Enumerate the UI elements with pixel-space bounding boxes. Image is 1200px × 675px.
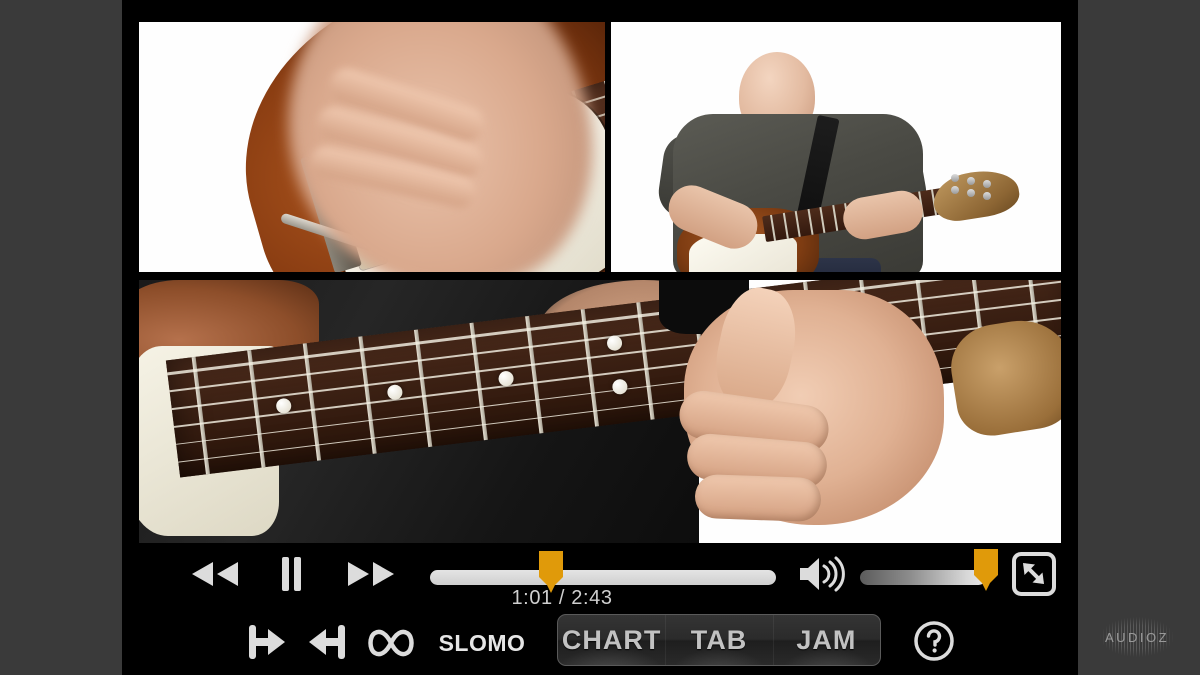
- loop-out-icon: [309, 625, 345, 659]
- volume-slider[interactable]: [860, 543, 998, 611]
- volume-button[interactable]: [795, 552, 851, 596]
- fret: [469, 322, 488, 441]
- watermark-text: AUDIOZ: [1104, 629, 1170, 645]
- fullscreen-expand-icon: [1012, 552, 1056, 596]
- tuning-peg: [983, 192, 991, 200]
- time-display: 1:01 / 2:43: [511, 587, 613, 609]
- view-mode-jam[interactable]: JAM: [773, 615, 880, 665]
- video-grid: [139, 22, 1061, 543]
- fret: [580, 309, 600, 427]
- fret: [807, 208, 814, 235]
- fret-inlay: [611, 378, 629, 396]
- rewind-icon: [192, 562, 238, 586]
- loop-out-button[interactable]: [304, 619, 350, 665]
- loop-in-icon: [249, 625, 285, 659]
- view-mode-chart[interactable]: CHART: [558, 615, 665, 665]
- question-mark-circle-icon: [914, 621, 954, 661]
- fret: [819, 207, 826, 234]
- tuning-peg: [983, 180, 991, 188]
- video-panel-top-left[interactable]: [139, 22, 605, 272]
- screen: 1:01 / 2:43 SLOMO CHART TAB JAM AUDIOZ: [0, 0, 1200, 675]
- fret: [358, 336, 377, 454]
- loop-in-button[interactable]: [244, 619, 290, 665]
- finger: [694, 473, 822, 523]
- audioz-watermark: AUDIOZ: [1082, 611, 1192, 663]
- fret-inlay: [606, 334, 623, 352]
- volume-track[interactable]: [860, 570, 986, 585]
- tuning-peg: [967, 177, 975, 185]
- fret: [302, 343, 322, 461]
- fast-forward-button[interactable]: [340, 550, 402, 598]
- help-button[interactable]: [910, 617, 958, 665]
- fret: [191, 356, 210, 475]
- progress-scrubber[interactable]: 1:01 / 2:43: [427, 543, 782, 611]
- infinity-loop-icon: [368, 629, 414, 657]
- tuning-peg: [951, 186, 959, 194]
- pause-button[interactable]: [265, 550, 317, 598]
- slomo-button[interactable]: SLOMO: [434, 621, 530, 665]
- volume-thumb[interactable]: [970, 549, 1002, 591]
- fret: [413, 329, 433, 448]
- loop-button[interactable]: [362, 621, 420, 665]
- view-mode-tab[interactable]: TAB: [665, 615, 772, 665]
- video-panel-bottom[interactable]: [139, 280, 1061, 543]
- fret: [794, 210, 801, 237]
- fret: [769, 214, 777, 241]
- fast-forward-icon: [348, 562, 394, 586]
- fret: [831, 205, 838, 232]
- fullscreen-button[interactable]: [1009, 549, 1059, 599]
- fret: [525, 315, 544, 434]
- fret: [247, 349, 266, 468]
- fret: [782, 212, 789, 239]
- video-panel-top-right[interactable]: [611, 22, 1061, 272]
- speaker-volume-icon: [800, 556, 845, 592]
- pause-icon: [282, 557, 301, 591]
- player-controls: 1:01 / 2:43 SLOMO CHART TAB JAM: [122, 543, 1078, 675]
- progress-track[interactable]: [430, 570, 776, 585]
- fret: [636, 302, 655, 420]
- tools-row: SLOMO CHART TAB JAM: [122, 611, 1078, 675]
- tuning-peg: [951, 174, 959, 182]
- rewind-button[interactable]: [184, 550, 246, 598]
- tuning-peg: [967, 189, 975, 197]
- transport-row: 1:01 / 2:43: [122, 543, 1078, 611]
- view-mode-segmented-control[interactable]: CHART TAB JAM: [557, 614, 881, 666]
- video-player: 1:01 / 2:43 SLOMO CHART TAB JAM: [122, 0, 1078, 675]
- volume-pin-icon: [974, 549, 998, 591]
